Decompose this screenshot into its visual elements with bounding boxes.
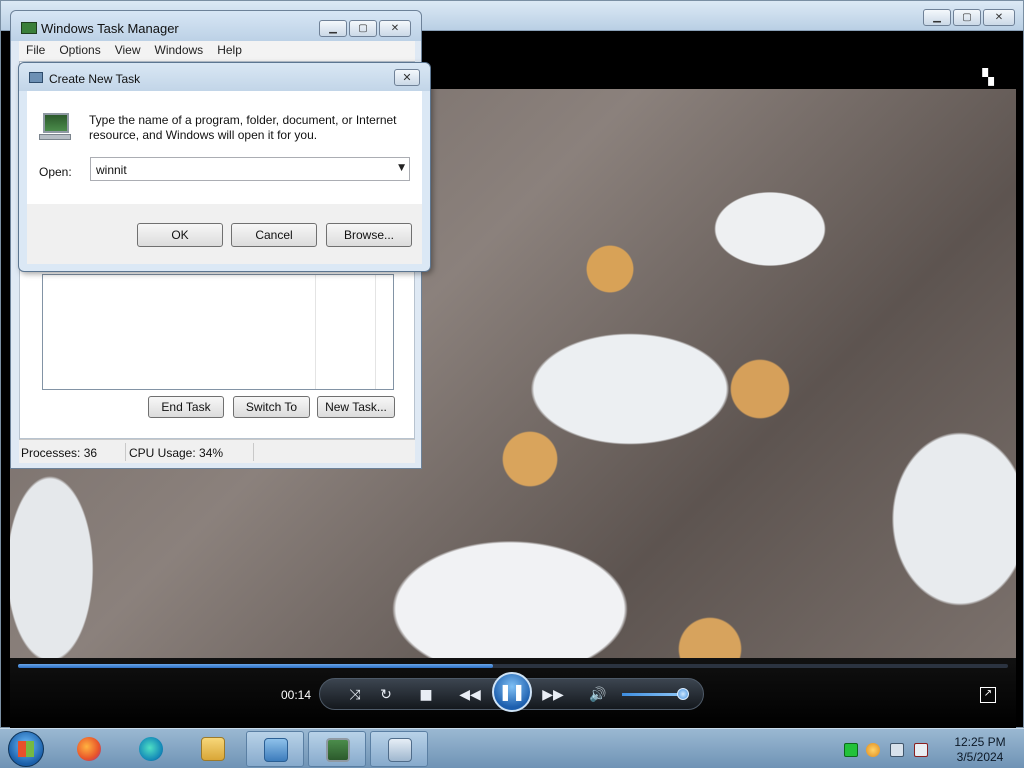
edge-icon — [139, 737, 163, 761]
run-icon — [29, 72, 43, 83]
menu-view[interactable]: View — [108, 41, 148, 61]
computer-icon — [39, 113, 71, 141]
close-button[interactable]: ✕ — [983, 9, 1015, 26]
ok-button[interactable]: OK — [137, 223, 223, 247]
taskbar-run-dialog[interactable] — [370, 731, 428, 767]
close-button[interactable]: ✕ — [379, 20, 411, 37]
repeat-icon[interactable]: ↻ — [375, 685, 397, 705]
dialog-message: Type the name of a program, folder, docu… — [89, 113, 397, 142]
cancel-button[interactable]: Cancel — [231, 223, 317, 247]
menu-options[interactable]: Options — [52, 41, 107, 61]
system-clock[interactable]: 12:25 PM 3/5/2024 — [940, 735, 1020, 765]
switch-layout-icon[interactable]: ▚ — [978, 69, 998, 85]
column-divider — [375, 275, 376, 389]
switch-to-button[interactable]: Switch To — [233, 396, 310, 418]
menu-windows[interactable]: Windows — [148, 41, 211, 61]
process-count: Processes: 36 — [21, 446, 98, 460]
network-activity-icon[interactable] — [844, 743, 858, 757]
taskbar-firefox[interactable] — [60, 731, 118, 767]
taskbar-task-manager[interactable] — [308, 731, 366, 767]
dialog-content: Type the name of a program, folder, docu… — [27, 91, 422, 204]
task-manager-icon — [21, 22, 37, 34]
status-divider — [253, 443, 254, 461]
minimize-button[interactable]: ▁ — [319, 20, 347, 37]
volume-icon[interactable]: 🔊 — [587, 685, 609, 705]
maximize-button[interactable]: ▢ — [349, 20, 377, 37]
playback-controls: 00:14 ⤨ ↻ ■ ◀◀ ❚❚ ▶▶ 🔊 ↗ — [10, 658, 1016, 728]
dialog-title: Create New Task — [49, 72, 141, 86]
seek-progress — [18, 664, 494, 668]
taskbar: 12:25 PM 3/5/2024 — [0, 728, 1024, 768]
browse-button[interactable]: Browse... — [326, 223, 412, 247]
open-input[interactable]: winnit — [96, 163, 127, 177]
status-bar: Processes: 36 CPU Usage: 34% — [19, 439, 415, 463]
status-divider — [125, 443, 126, 461]
menu-help[interactable]: Help — [210, 41, 249, 61]
open-combobox[interactable]: winnit ▼ — [90, 157, 410, 181]
media-player-icon — [264, 738, 288, 762]
network-icon[interactable] — [890, 743, 904, 757]
task-manager-titlebar[interactable]: Windows Task Manager ▁ ▢ ✕ — [11, 11, 421, 41]
switch-to-compact-icon[interactable]: ↗ — [980, 687, 996, 703]
maximize-button[interactable]: ▢ — [953, 9, 981, 26]
task-list[interactable] — [42, 274, 394, 390]
end-task-button[interactable]: End Task — [148, 396, 224, 418]
firefox-icon — [77, 737, 101, 761]
new-task-button[interactable]: New Task... — [317, 396, 395, 418]
minimize-button[interactable]: ▁ — [923, 9, 951, 26]
pause-button[interactable]: ❚❚ — [492, 672, 532, 712]
shuffle-icon[interactable]: ⤨ — [344, 685, 366, 705]
close-button[interactable]: ✕ — [394, 69, 420, 86]
menu-file[interactable]: File — [19, 41, 52, 61]
stop-icon[interactable]: ■ — [415, 685, 437, 705]
dropdown-arrow-icon[interactable]: ▼ — [398, 163, 405, 173]
volume-thumb[interactable] — [677, 688, 689, 700]
folder-icon — [201, 737, 225, 761]
dialog-titlebar[interactable]: Create New Task ✕ — [19, 63, 430, 91]
taskbar-file-explorer[interactable] — [184, 731, 242, 767]
open-label: Open: — [39, 165, 72, 179]
taskbar-edge[interactable] — [122, 731, 180, 767]
start-button[interactable] — [8, 731, 44, 767]
elapsed-time: 00:14 — [281, 688, 312, 702]
next-icon[interactable]: ▶▶ — [542, 685, 564, 705]
search-icon[interactable] — [866, 743, 880, 757]
volume-slider[interactable] — [622, 693, 684, 696]
create-new-task-dialog: Create New Task ✕ Type the name of a pro… — [18, 62, 431, 272]
run-icon — [388, 738, 412, 762]
previous-icon[interactable]: ◀◀ — [459, 685, 481, 705]
windows-logo-icon — [18, 741, 34, 757]
taskbar-media-player[interactable] — [246, 731, 304, 767]
column-divider — [315, 275, 316, 389]
seek-bar[interactable] — [18, 664, 1008, 668]
menu-bar: File Options View Windows Help — [19, 41, 415, 61]
task-manager-icon — [326, 738, 350, 762]
cpu-usage: CPU Usage: 34% — [129, 446, 224, 460]
clock-date: 3/5/2024 — [956, 750, 1004, 764]
volume-muted-icon[interactable] — [914, 743, 928, 757]
dialog-body: Type the name of a program, folder, docu… — [27, 91, 422, 264]
clock-time: 12:25 PM — [954, 735, 1006, 749]
task-manager-title: Windows Task Manager — [41, 21, 179, 36]
